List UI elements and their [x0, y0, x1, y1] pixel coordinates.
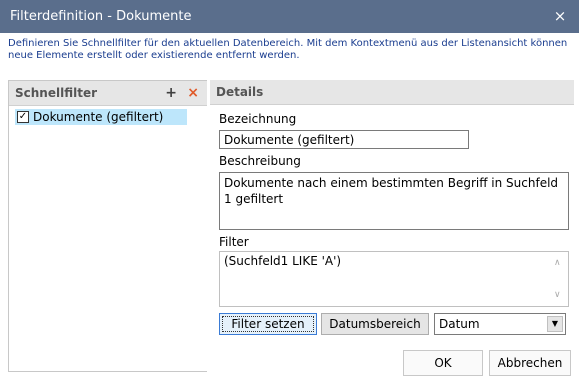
schnellfilter-panel: Schnellfilter + × ✓ Dokumente (gefiltert…	[8, 80, 207, 372]
filter-textarea[interactable]: (Suchfeld1 LIKE 'A') ∧ ∨	[219, 251, 569, 307]
list-item[interactable]: ✓ Dokumente (gefiltert)	[15, 109, 187, 125]
datumsbereich-button[interactable]: Datumsbereich	[321, 313, 429, 335]
schnellfilter-header: Schnellfilter + ×	[9, 81, 207, 106]
list-item-label: Dokumente (gefiltert)	[33, 110, 164, 124]
close-icon[interactable]: ×	[551, 7, 569, 25]
filter-setzen-button[interactable]: Filter setzen	[219, 313, 317, 335]
details-title: Details	[216, 85, 264, 99]
ok-button[interactable]: OK	[403, 350, 483, 376]
cancel-button[interactable]: Abbrechen	[489, 350, 571, 376]
title-bar: Filterdefinition - Dokumente ×	[0, 0, 579, 33]
scroll-down-icon[interactable]: ∨	[554, 290, 561, 300]
details-header: Details	[210, 80, 574, 105]
delete-icon[interactable]: ×	[187, 85, 199, 101]
filter-scrollbar[interactable]: ∧ ∨	[554, 258, 564, 300]
schnellfilter-title: Schnellfilter	[15, 86, 98, 100]
beschreibung-label: Beschreibung	[219, 154, 301, 168]
window-title: Filterdefinition - Dokumente	[10, 9, 192, 24]
beschreibung-textarea[interactable]: Dokumente nach einem bestimmten Begriff …	[219, 172, 569, 230]
date-select[interactable]: Datum ▼	[434, 313, 566, 335]
chevron-down-icon[interactable]: ▼	[547, 316, 563, 332]
description-text: Definieren Sie Schnellfilter für den akt…	[8, 38, 568, 61]
filter-text: (Suchfeld1 LIKE 'A')	[224, 254, 342, 268]
scroll-up-icon[interactable]: ∧	[554, 258, 561, 268]
filter-label: Filter	[219, 235, 249, 249]
date-select-value: Datum	[439, 317, 480, 331]
bezeichnung-label: Bezeichnung	[219, 112, 297, 126]
add-icon[interactable]: +	[165, 85, 177, 101]
checkbox[interactable]: ✓	[17, 111, 29, 123]
bezeichnung-input[interactable]: Dokumente (gefiltert)	[219, 130, 469, 149]
